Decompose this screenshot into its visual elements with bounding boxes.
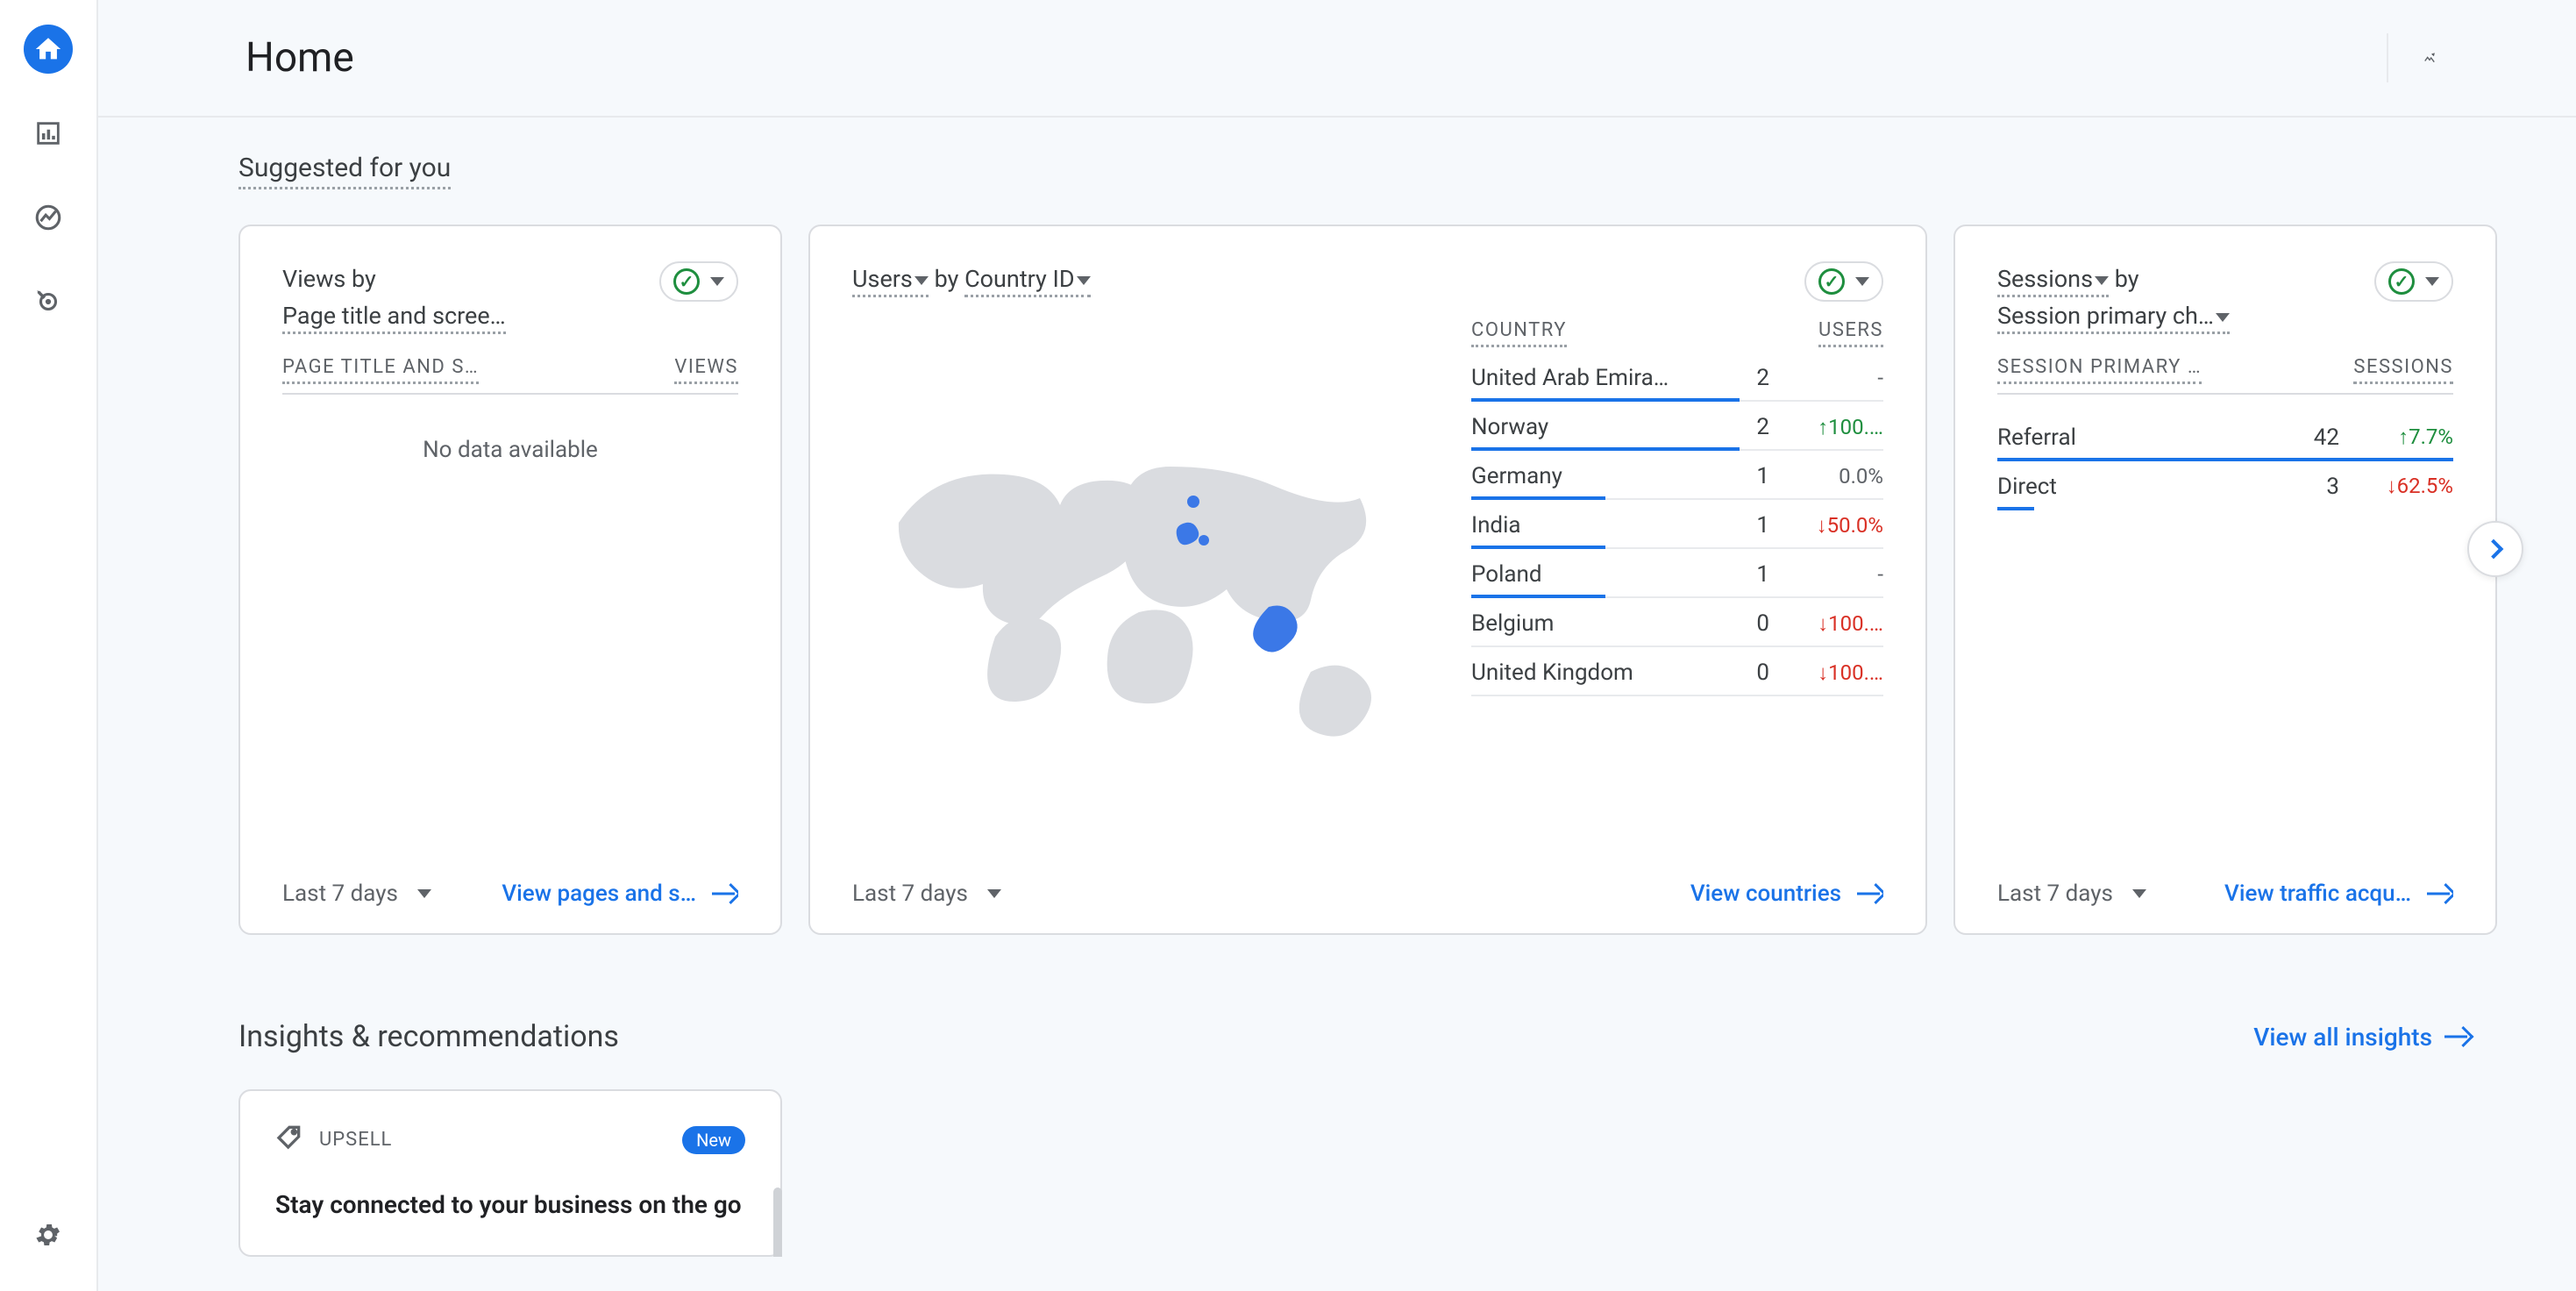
chevron-down-icon xyxy=(2132,889,2146,898)
nav-reports[interactable] xyxy=(24,109,73,158)
card-views-no-data: No data available xyxy=(282,395,738,463)
country-value: 0 xyxy=(1734,660,1769,686)
card-country-range[interactable]: Last 7 days xyxy=(852,881,1001,907)
country-delta: ↓100.… xyxy=(1778,660,1883,686)
performance-icon[interactable] xyxy=(2387,33,2436,82)
card-views-link[interactable]: View pages and s… xyxy=(502,881,738,907)
country-delta: ↓100.… xyxy=(1778,611,1883,637)
country-row[interactable]: India 1 ↓50.0% xyxy=(1471,500,1883,549)
nav-explore[interactable] xyxy=(24,193,73,242)
card-country-quality-pill[interactable]: ✓ xyxy=(1804,261,1883,302)
arrow-right-icon xyxy=(712,885,738,902)
country-row[interactable]: United Arab Emira… 2- xyxy=(1471,353,1883,402)
session-name: Referral xyxy=(1997,424,2285,451)
country-delta: ↑100.… xyxy=(1778,415,1883,440)
country-value: 1 xyxy=(1734,561,1769,588)
country-row[interactable]: Belgium 0 ↓100.… xyxy=(1471,598,1883,647)
arrow-right-icon xyxy=(1857,885,1883,902)
new-badge: New xyxy=(682,1126,745,1154)
card-sessions-by-channel: Sessions by Session primary ch… ✓ SESSIO… xyxy=(1953,225,2497,935)
arrow-right-icon xyxy=(2427,885,2453,902)
view-all-insights-link[interactable]: View all insights xyxy=(2253,1023,2471,1052)
scrollbar-thumb[interactable] xyxy=(773,1188,782,1257)
sessions-col-left[interactable]: SESSION PRIMARY … xyxy=(1997,356,2202,384)
card-users-by-country: Users by Country ID ✓ xyxy=(808,225,1927,935)
upsell-text: Stay connected to your business on the g… xyxy=(275,1187,745,1223)
country-value: 1 xyxy=(1734,512,1769,539)
check-icon: ✓ xyxy=(673,268,700,295)
upsell-label: UPSELL xyxy=(319,1129,392,1151)
titlebar: Home xyxy=(98,0,2576,118)
card-sessions-range[interactable]: Last 7 days xyxy=(1997,881,2146,907)
session-delta: ↓62.5% xyxy=(2348,474,2453,499)
sessions-table: Referral 42 ↑7.7% Direct 3 ↓62.5% xyxy=(1997,412,2453,510)
arrow-right-icon xyxy=(2444,1028,2471,1045)
country-name: Norway xyxy=(1471,414,1726,440)
sessions-col-right[interactable]: SESSIONS xyxy=(2353,356,2453,384)
card-sessions-quality-pill[interactable]: ✓ xyxy=(2374,261,2453,302)
country-value: 0 xyxy=(1734,610,1769,637)
upsell-card[interactable]: UPSELL New Stay connected to your busine… xyxy=(238,1089,782,1257)
nav-settings[interactable] xyxy=(24,1210,73,1259)
session-row[interactable]: Referral 42 ↑7.7% xyxy=(1997,412,2453,461)
country-col-right[interactable]: USERS xyxy=(1818,319,1883,347)
session-value: 42 xyxy=(2294,424,2339,451)
country-value: 2 xyxy=(1734,414,1769,440)
chevron-down-icon xyxy=(2425,277,2439,286)
card-sessions-title-a[interactable]: Sessions xyxy=(1997,265,2109,297)
country-value: 1 xyxy=(1734,463,1769,489)
card-views-quality-pill[interactable]: ✓ xyxy=(659,261,738,302)
check-icon: ✓ xyxy=(2388,268,2415,295)
country-delta: - xyxy=(1778,562,1883,587)
country-name: Poland xyxy=(1471,561,1726,588)
card-views-col-right[interactable]: VIEWS xyxy=(674,356,738,384)
card-country-title-b: by xyxy=(935,265,959,293)
card-country-title-a[interactable]: Users xyxy=(852,265,929,297)
country-name: Germany xyxy=(1471,463,1726,489)
card-views-by-page: Views by Page title and scree… ✓ PAGE TI… xyxy=(238,225,782,935)
world-map[interactable] xyxy=(852,319,1436,858)
country-name: India xyxy=(1471,512,1726,539)
tag-icon xyxy=(275,1123,303,1157)
card-views-title-a: Views by xyxy=(282,265,376,293)
chevron-right-icon xyxy=(2484,539,2504,560)
country-row[interactable]: Germany 1 0.0% xyxy=(1471,451,1883,500)
country-delta: 0.0% xyxy=(1778,464,1883,489)
session-name: Direct xyxy=(1997,474,2285,500)
check-icon: ✓ xyxy=(1818,268,1845,295)
card-sessions-title-b: by xyxy=(2115,265,2139,293)
card-sessions-title-c[interactable]: Session primary ch… xyxy=(1997,302,2230,334)
chevron-down-icon xyxy=(417,889,431,898)
session-row[interactable]: Direct 3 ↓62.5% xyxy=(1997,461,2453,510)
chevron-down-icon xyxy=(987,889,1001,898)
country-col-left[interactable]: COUNTRY xyxy=(1471,319,1567,347)
country-row[interactable]: United Kingdom 0 ↓100.… xyxy=(1471,647,1883,696)
card-country-link[interactable]: View countries xyxy=(1690,881,1883,907)
insights-section-title: Insights & recommendations xyxy=(238,1019,619,1054)
session-value: 3 xyxy=(2294,474,2339,500)
session-delta: ↑7.7% xyxy=(2348,424,2453,450)
page-title: Home xyxy=(246,34,354,82)
suggested-section-title: Suggested for you xyxy=(238,153,451,189)
nav-home[interactable] xyxy=(24,25,73,74)
country-delta: - xyxy=(1778,366,1883,390)
country-value: 2 xyxy=(1734,365,1769,391)
country-name: United Arab Emira… xyxy=(1471,365,1726,391)
scroll-next-button[interactable] xyxy=(2467,521,2523,577)
country-row[interactable]: Norway 2 ↑100.… xyxy=(1471,402,1883,451)
country-name: Belgium xyxy=(1471,610,1726,637)
country-row[interactable]: Poland 1- xyxy=(1471,549,1883,598)
nav-rail xyxy=(0,0,98,1291)
card-views-title-b[interactable]: Page title and scree… xyxy=(282,302,506,334)
chevron-down-icon xyxy=(1855,277,1869,286)
card-country-title-c[interactable]: Country ID xyxy=(964,265,1091,297)
country-name: United Kingdom xyxy=(1471,660,1726,686)
nav-advertising[interactable] xyxy=(24,277,73,326)
country-delta: ↓50.0% xyxy=(1778,513,1883,539)
card-sessions-link[interactable]: View traffic acqu… xyxy=(2224,881,2453,907)
card-views-col-left[interactable]: PAGE TITLE AND S… xyxy=(282,356,479,384)
chevron-down-icon xyxy=(710,277,724,286)
country-table: COUNTRY USERS United Arab Emira…2-Norway… xyxy=(1471,319,1883,858)
card-views-range[interactable]: Last 7 days xyxy=(282,881,431,907)
